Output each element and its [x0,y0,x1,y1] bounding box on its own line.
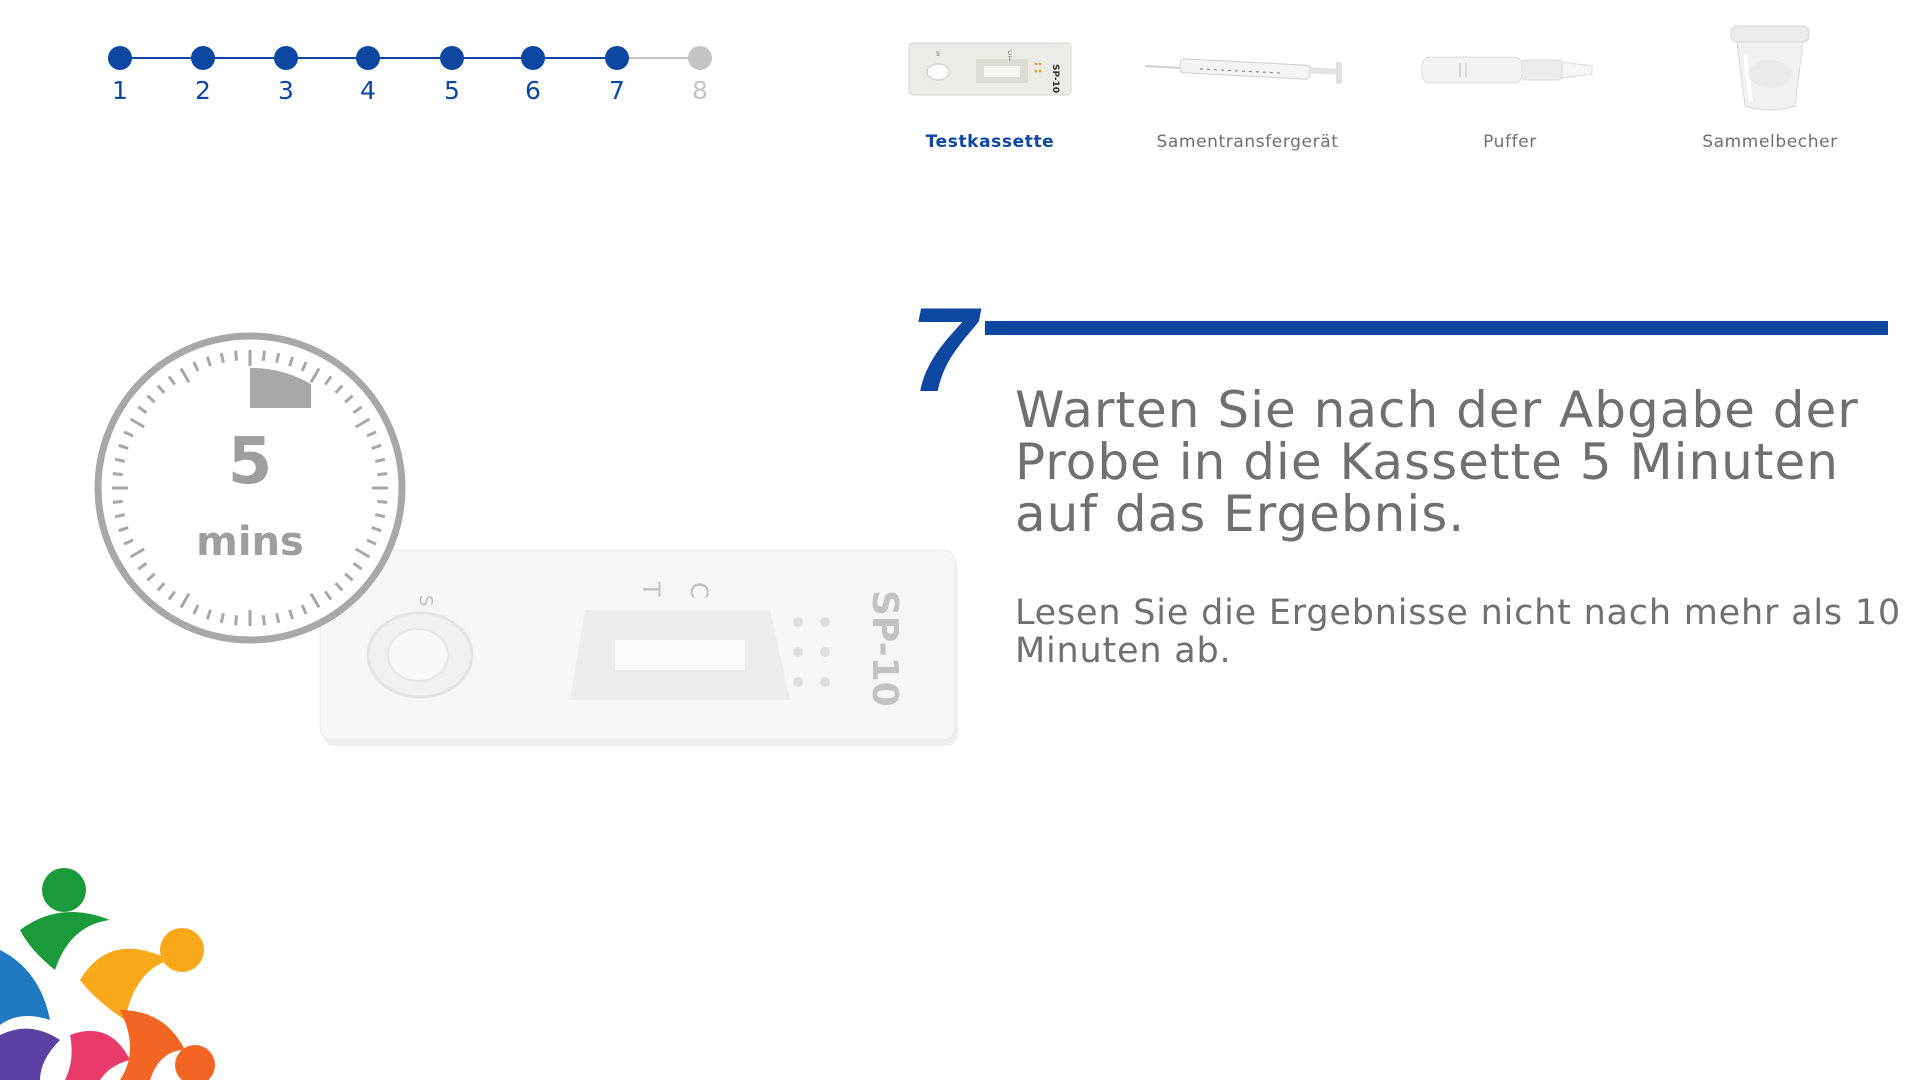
step-number-label: 6 [525,76,541,105]
material-collection-cup[interactable]: Sammelbecher [1690,24,1850,152]
brand-logo [0,868,215,1080]
step-number: 7 [910,283,977,417]
step-number-label: 8 [692,76,708,105]
test-cassette-icon: S C T SP-10 [908,42,1072,96]
timer-value: 5 [228,425,273,499]
page: 1 2 3 4 5 6 7 8 S C T SP-10 Testkassette Sament… [0,0,1920,1080]
step-number-label: 7 [609,76,625,105]
step-note: Lesen Sie die Ergebnisse nicht nach mehr… [1015,593,1901,671]
cassette-mark-control: C [685,582,713,599]
progress-stepper: 1 2 3 4 5 6 7 8 [108,44,712,114]
cassette-mark-test: T [637,581,665,597]
material-label: Testkassette [925,132,1055,152]
step-number-label: 3 [278,76,294,105]
step-dot [108,46,132,70]
step-6[interactable]: 6 [513,44,553,105]
material-test-cassette[interactable]: S C T SP-10 Testkassette [905,24,1075,152]
svg-text:SP-10: SP-10 [1050,64,1060,93]
step-number-label: 1 [112,76,128,105]
step-dot [191,46,215,70]
syringe-icon [1144,58,1342,84]
step-dot [440,46,464,70]
timer-unit: mins [196,519,304,565]
step-7[interactable]: 7 [597,44,637,105]
cassette-model-label: SP-10 [864,590,905,707]
material-label: Sammelbecher [1702,132,1838,152]
test-cassette-image: S T C SP-10 [319,549,958,746]
heading-rule [985,321,1888,335]
step-number-label: 5 [444,76,460,105]
svg-text:T: T [1007,56,1012,63]
step-dot [605,46,629,70]
step-1[interactable]: 1 [100,44,140,105]
cassette-mark-sample: S [415,595,436,606]
step-4[interactable]: 4 [348,44,388,105]
step-dot [521,46,545,70]
collection-cup-icon [1730,25,1810,111]
step-number-label: 4 [360,76,376,105]
step-3[interactable]: 3 [266,44,306,105]
timer-cassette-illustration: S T C SP-10 5 mins [94,332,958,746]
svg-text:S: S [936,51,940,58]
step-instruction: Warten Sie nach der Abgabe der Probe in … [1015,381,1859,543]
material-buffer[interactable]: Puffer [1420,24,1600,152]
material-label: Puffer [1483,132,1537,152]
step-5[interactable]: 5 [432,44,472,105]
step-8[interactable]: 8 [680,44,720,105]
material-syringe[interactable]: Samentransfergerät [1140,24,1355,152]
buffer-tube-icon [1421,56,1593,84]
step-dot [688,46,712,70]
step-number-label: 2 [195,76,211,105]
timer-icon: 5 mins [94,332,406,644]
step-dot [356,46,380,70]
step-dot [274,46,298,70]
material-label: Samentransfergerät [1156,132,1339,152]
step-2[interactable]: 2 [183,44,223,105]
